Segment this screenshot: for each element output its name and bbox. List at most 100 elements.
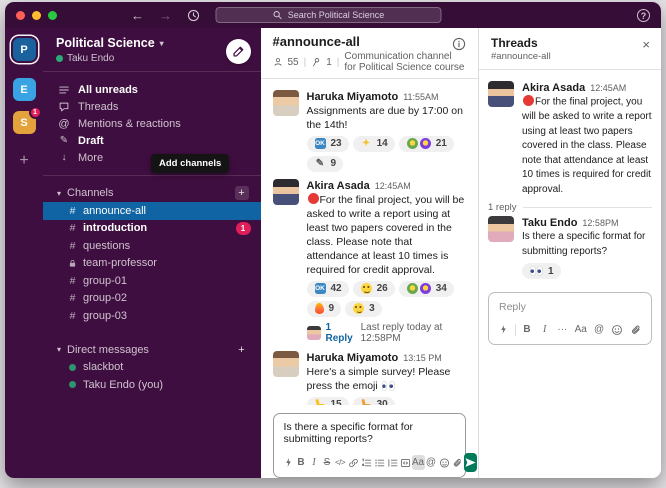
dm-slackbot[interactable]: slackbot — [43, 359, 261, 377]
reaction-eyes[interactable]: 1 — [522, 263, 561, 279]
channel-group-02[interactable]: # group-02 — [43, 290, 261, 308]
chevron-down-icon: ▾ — [57, 189, 61, 198]
lightning-button[interactable] — [497, 322, 510, 337]
workspace-icon-p[interactable]: P — [13, 38, 36, 61]
composer-input[interactable]: Is there a specific format for submittin… — [274, 414, 466, 450]
channel-team-professor[interactable]: team-professor — [43, 255, 261, 273]
workspace-icon-e[interactable]: E — [13, 78, 36, 101]
reaction-fire[interactable]: 9 — [307, 301, 342, 317]
sidebar: Political Science ▾ Taku Endo All unread… — [43, 28, 261, 478]
bold-button[interactable]: B — [520, 322, 533, 337]
emoji-button[interactable] — [438, 455, 451, 470]
mention-button[interactable]: @ — [425, 455, 438, 470]
close-window-button[interactable] — [16, 11, 25, 20]
channel-announce-all[interactable]: # announce-all — [43, 202, 261, 220]
message-author: Taku Endo — [522, 217, 577, 229]
reply-link[interactable]: 1 Reply — [326, 322, 356, 344]
message-timestamp: 12:58PM — [582, 218, 618, 228]
channels-section-header[interactable]: ▾ Channels + — [43, 184, 261, 202]
help-icon[interactable]: ? — [637, 9, 650, 22]
dm-section-header[interactable]: ▾ Direct messages + — [43, 341, 261, 359]
forward-arrow-icon[interactable]: → — [159, 9, 172, 22]
sidebar-item-draft[interactable]: ✎ Draft — [43, 132, 261, 149]
thread-summary[interactable]: 1 Reply Last reply today at 12:58PM — [307, 322, 467, 344]
avatar[interactable] — [273, 179, 299, 205]
avatar[interactable] — [488, 216, 514, 242]
smile-emoji — [361, 283, 372, 294]
attach-button[interactable] — [451, 455, 464, 470]
send-button[interactable] — [464, 453, 477, 472]
italic-button[interactable]: I — [538, 322, 551, 337]
avatar — [307, 326, 321, 340]
pin-count[interactable]: 1 — [326, 57, 332, 68]
reaction-pencil[interactable]: ✎9 — [307, 156, 344, 172]
avatar[interactable] — [273, 90, 299, 116]
member-count[interactable]: 55 — [288, 57, 299, 68]
avatar[interactable] — [488, 81, 514, 107]
eyes-emoji — [382, 381, 395, 391]
reaction-smile[interactable]: 26 — [353, 281, 395, 297]
add-workspace-button[interactable]: + — [19, 152, 28, 170]
avatar[interactable] — [273, 351, 299, 377]
code-block-button[interactable] — [399, 455, 412, 470]
reaction-green-purple-pair[interactable]: 34 — [399, 281, 454, 297]
search-icon — [273, 10, 283, 20]
sidebar-item-threads[interactable]: Threads — [43, 98, 261, 115]
dm-header-label: Direct messages — [67, 344, 149, 356]
bold-button[interactable]: B — [295, 455, 308, 470]
channel-group-01[interactable]: # group-01 — [43, 272, 261, 290]
message: Haruka Miyamoto13:15 PM Here's a simple … — [261, 347, 479, 405]
italic-button[interactable]: I — [308, 455, 321, 470]
minimize-window-button[interactable] — [32, 11, 41, 20]
ellipsis-button[interactable]: ··· — [556, 322, 569, 337]
search-input[interactable]: Search Political Science — [215, 7, 441, 23]
reaction-sparkles[interactable]: ✦14 — [353, 136, 395, 152]
code-button[interactable]: </> — [334, 455, 347, 470]
dm-taku-endo-you[interactable]: Taku Endo (you) — [43, 376, 261, 394]
workspace-icon-s[interactable]: S1 — [13, 111, 36, 134]
green-purple-pair-emoji — [407, 283, 431, 294]
maximize-window-button[interactable] — [48, 11, 57, 20]
reaction-thumbsup[interactable]: 15 — [307, 397, 349, 406]
back-arrow-icon[interactable]: ← — [131, 9, 144, 22]
lightning-button[interactable] — [282, 455, 295, 470]
reaction-wink[interactable]: 3 — [345, 301, 382, 317]
chevron-down-icon: ▾ — [160, 39, 164, 48]
attach-button[interactable] — [629, 322, 643, 337]
reaction-ok[interactable]: OK42 — [307, 281, 349, 297]
close-icon[interactable]: × — [642, 38, 650, 51]
info-icon[interactable] — [452, 37, 466, 51]
message: Akira Asada12:45AM For the final project… — [479, 79, 661, 199]
link-button[interactable] — [347, 455, 360, 470]
format-button[interactable]: Aa — [412, 455, 425, 470]
add-dm-button[interactable]: + — [235, 343, 249, 357]
reply-count-divider: 1 reply — [479, 199, 661, 214]
reaction-ok[interactable]: OK23 — [307, 136, 349, 152]
channel-questions[interactable]: # questions — [43, 237, 261, 255]
mention-button[interactable]: @ — [593, 322, 606, 337]
message-timestamp: 12:45AM — [590, 83, 626, 93]
format-button[interactable]: Aa — [574, 322, 588, 337]
strike-button[interactable]: S — [321, 455, 334, 470]
ordered-list-button[interactable] — [360, 455, 373, 470]
new-message-button[interactable] — [226, 39, 251, 64]
add-channel-button[interactable]: + — [235, 186, 249, 200]
blockquote-button[interactable] — [386, 455, 399, 470]
sidebar-item-all-unreads[interactable]: All unreads — [43, 81, 261, 98]
sidebar-item-mentions-reactions[interactable]: @ Mentions & reactions — [43, 115, 261, 132]
message-author: Akira Asada — [522, 82, 585, 94]
channel-group-03[interactable]: # group-03 — [43, 307, 261, 325]
last-reply-meta: Last reply today at 12:58PM — [361, 322, 466, 344]
channel-introduction[interactable]: # introduction 1 — [43, 220, 261, 238]
reply-input[interactable]: Reply — [489, 293, 651, 322]
emoji-button[interactable] — [610, 322, 624, 337]
history-clock-icon[interactable] — [187, 9, 200, 22]
bullet-list-button[interactable] — [373, 455, 386, 470]
workspace-header[interactable]: Political Science ▾ Taku Endo — [43, 28, 261, 72]
hash-icon: # — [68, 222, 77, 234]
fist-emoji — [361, 399, 372, 405]
thumbsup-emoji — [315, 399, 326, 405]
reaction-green-purple-pair[interactable]: 21 — [399, 136, 454, 152]
thread-reply: Taku Endo12:58PM Is there a specific for… — [479, 214, 661, 281]
reaction-fist[interactable]: 30 — [353, 397, 395, 406]
